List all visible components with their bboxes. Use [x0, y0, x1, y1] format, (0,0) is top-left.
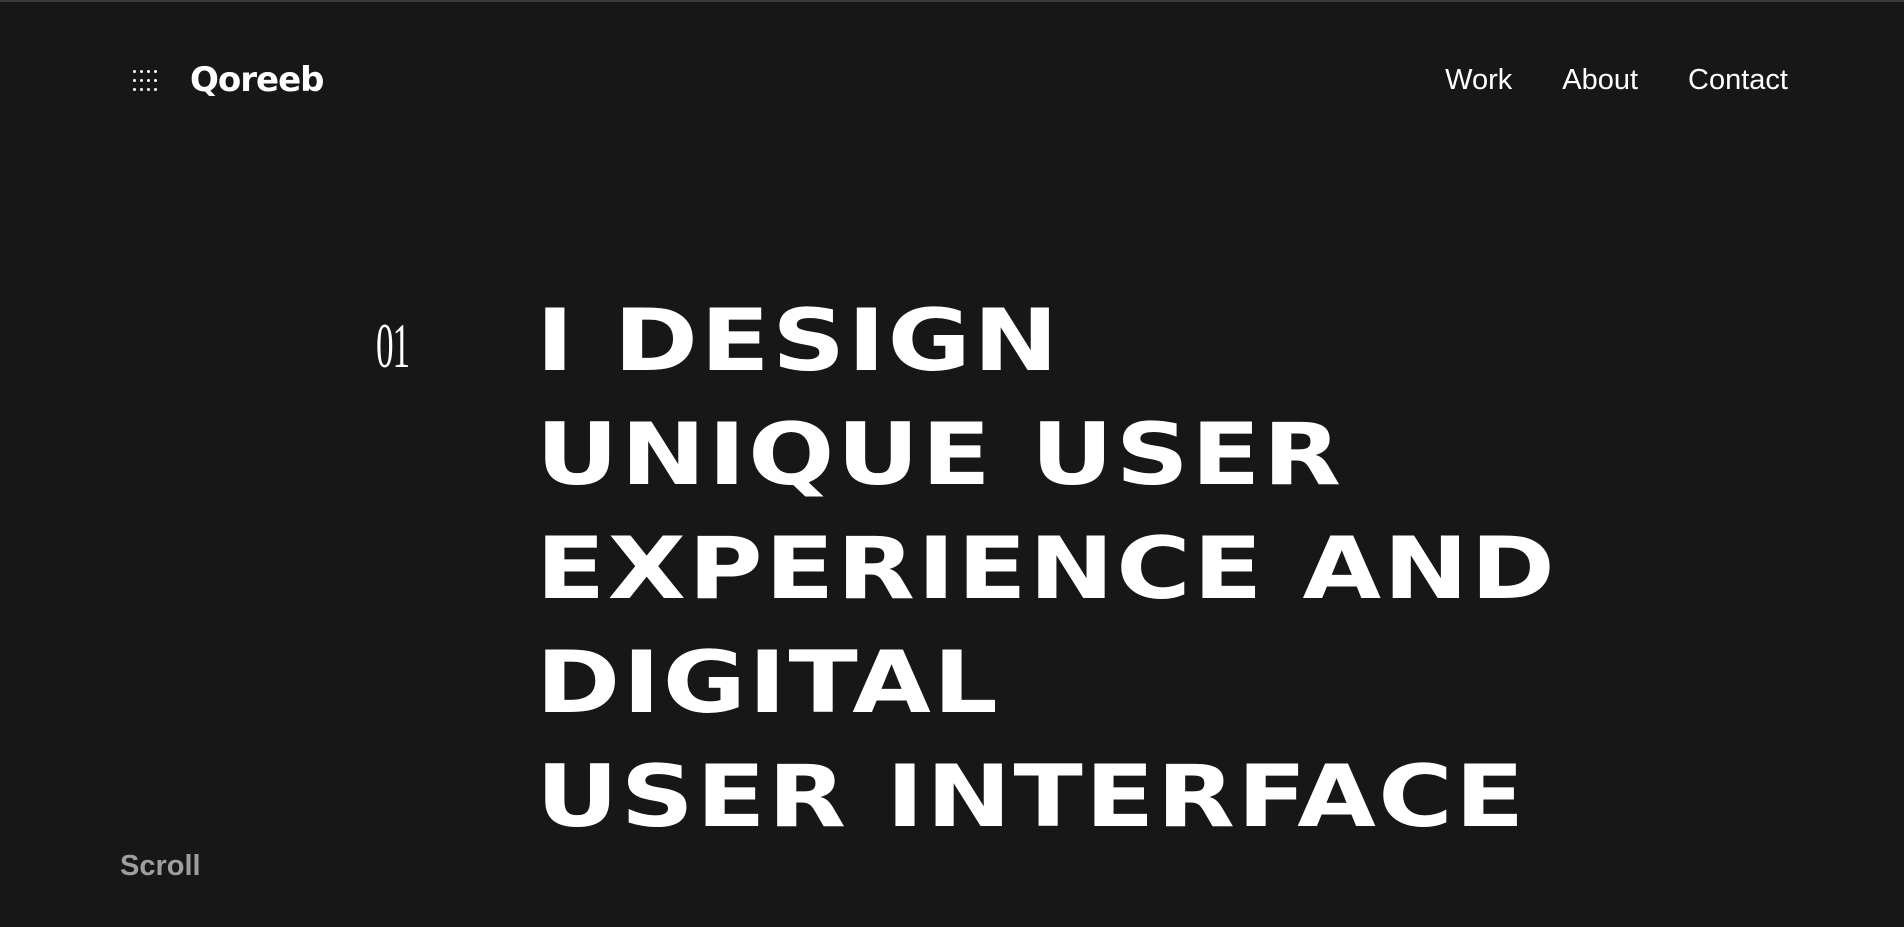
nav-link-contact[interactable]: Contact [1688, 62, 1788, 98]
headline-line: USER INTERFACE [536, 747, 1527, 847]
headline-line: I DESIGN [536, 291, 1061, 391]
nav-link-about[interactable]: About [1562, 62, 1638, 98]
top-border [0, 0, 1904, 2]
hero-headline: I DESIGN UNIQUE USER EXPERIENCE AND DIGI… [536, 284, 1557, 854]
dots-grid-icon[interactable] [133, 70, 159, 92]
nav-link-work[interactable]: Work [1445, 62, 1512, 98]
headline-line: EXPERIENCE AND [536, 519, 1558, 619]
logo[interactable]: Qoreeb [190, 58, 324, 102]
scroll-indicator[interactable]: Scroll [120, 848, 201, 884]
section-number: 01 [376, 310, 410, 381]
main-nav: Work About Contact [1445, 62, 1788, 98]
headline-line: DIGITAL [536, 633, 1001, 733]
headline-line: UNIQUE USER [536, 405, 1344, 505]
